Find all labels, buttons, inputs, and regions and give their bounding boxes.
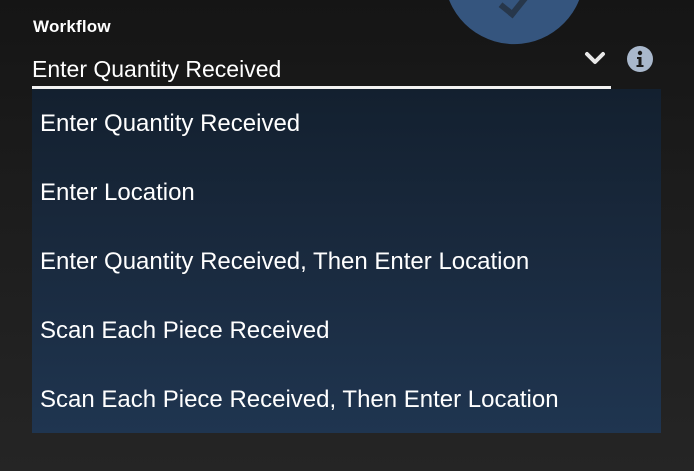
workflow-label: Workflow (33, 17, 111, 36)
workflow-option-scan-each-piece[interactable]: Scan Each Piece Received (32, 296, 661, 365)
workflow-option-quantity-then-location[interactable]: Enter Quantity Received, Then Enter Loca… (32, 227, 661, 296)
workflow-option-enter-location[interactable]: Enter Location (32, 158, 661, 227)
info-icon[interactable] (627, 46, 653, 72)
workflow-selected-value: Enter Quantity Received (32, 56, 282, 82)
chevron-down-icon[interactable] (584, 48, 606, 68)
workflow-select[interactable]: Enter Quantity Received (32, 50, 611, 89)
workflow-option-scan-then-location[interactable]: Scan Each Piece Received, Then Enter Loc… (32, 365, 661, 434)
background-check-shape (498, 0, 528, 19)
workflow-option-enter-quantity[interactable]: Enter Quantity Received (32, 89, 661, 158)
background-decoration (440, 0, 592, 52)
workflow-options-list: Enter Quantity Received Enter Location E… (32, 89, 661, 433)
